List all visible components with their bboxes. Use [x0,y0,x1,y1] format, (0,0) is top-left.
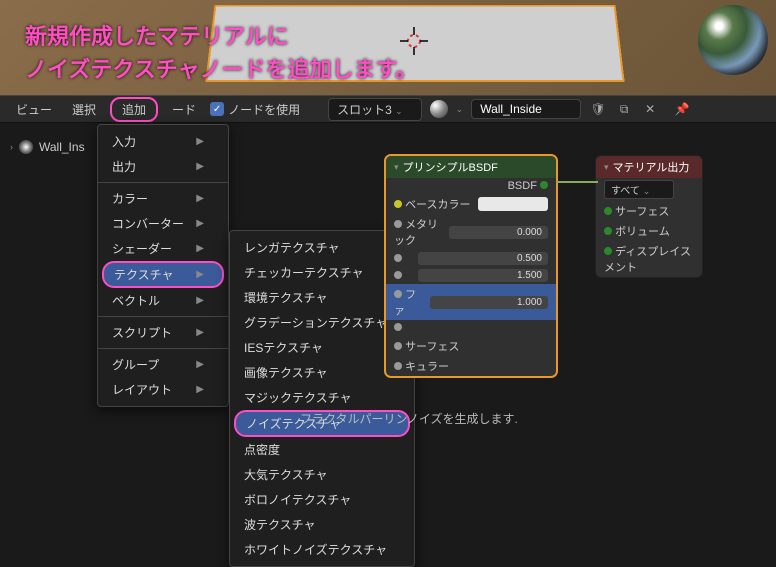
add-menu: 入力▶出力▶ カラー▶コンバーター▶シェーダー▶テクスチャ▶ベクトル▶ スクリプト▶… [97,124,229,407]
input-socket[interactable] [604,247,612,255]
node-input-row: サーフェス [596,201,702,221]
add-menu-item[interactable]: ベクトル▶ [98,288,228,313]
material-name-field[interactable]: Wall_Inside [471,99,581,119]
texture-menu-item[interactable]: 大気テクスチャ [230,462,414,487]
material-sphere-icon[interactable] [430,100,448,118]
chevron-right-icon: ▶ [196,384,204,395]
annotation-line2: ノイズテクスチャノードを追加します。 [25,53,417,86]
material-output-node[interactable]: ▾ マテリアル出力 すべて ⌄ サーフェス ボリューム ディスプレイスメント [595,155,703,278]
input-socket[interactable] [394,290,402,298]
breadcrumb: › Wall_Ins [10,140,85,154]
texture-menu-item[interactable]: ボロノイテクスチャ [230,487,414,512]
node-input-row: ベースカラー [386,194,556,214]
input-socket[interactable] [394,271,402,279]
input-socket[interactable] [394,342,402,350]
chevron-right-icon: ▶ [196,269,204,280]
node-input-row: 0.500 [386,250,556,267]
node-input-row [386,320,556,336]
pin-icon[interactable]: 📌 [673,100,691,118]
menu-node[interactable]: ード [166,99,202,120]
add-menu-item[interactable]: スクリプト▶ [98,320,228,345]
node-header[interactable]: ▾ プリンシプルBSDF [386,156,556,178]
color-swatch[interactable] [478,197,548,211]
texture-menu-item[interactable]: ホワイトノイズテクスチャ [230,537,414,562]
menu-view[interactable]: ビュー [10,99,58,120]
output-socket[interactable] [540,181,548,189]
chevron-right-icon: ▶ [196,295,204,306]
add-menu-item[interactable]: 出力▶ [98,154,228,179]
add-menu-item[interactable]: コンバーター▶ [98,211,228,236]
value-slider[interactable]: 1.500 [418,269,548,282]
shield-icon[interactable]: 🛡 [589,100,607,118]
input-socket[interactable] [394,200,402,208]
hdri-preview-sphere[interactable] [698,5,768,75]
node-input-row: キュラー [386,356,556,376]
input-socket[interactable] [604,207,612,215]
node-target-row: すべて ⌄ [596,178,702,201]
node-header[interactable]: ▾ マテリアル出力 [596,156,702,178]
chevron-right-icon: ▶ [196,359,204,370]
add-menu-item[interactable]: 入力▶ [98,129,228,154]
duplicate-icon[interactable]: ⧉ [615,100,633,118]
chevron-down-icon: ▾ [394,162,399,173]
chevron-down-icon[interactable]: ⌄ [456,104,464,115]
add-menu-item[interactable]: グループ▶ [98,352,228,377]
node-input-row: 1.500 [386,267,556,284]
node-input-row: メタリック0.000 [386,214,556,250]
use-nodes-checkbox[interactable]: ✓ ノードを使用 [210,101,300,118]
principled-bsdf-node[interactable]: ▾ プリンシプルBSDF BSDF ベースカラー メタリック0.000 0.50… [385,155,557,377]
texture-menu-item[interactable]: 点密度 [230,437,414,462]
texture-menu-item[interactable]: 波テクスチャ [230,512,414,537]
texture-menu-item[interactable]: マジックテクスチャ [230,385,414,410]
chevron-right-icon: ▶ [196,193,204,204]
value-slider[interactable]: 0.500 [418,252,548,265]
menu-tooltip: フラクタルパーリンノイズを生成します. [300,410,518,427]
value-slider[interactable]: 1.000 [430,296,548,309]
chevron-down-icon: ▾ [604,162,609,173]
chevron-right-icon: ▶ [196,136,204,147]
chevron-right-icon[interactable]: › [10,142,13,152]
chevron-right-icon: ▶ [196,218,204,229]
add-menu-item[interactable]: カラー▶ [98,186,228,211]
add-menu-item[interactable]: レイアウト▶ [98,377,228,402]
add-menu-item[interactable]: テクスチャ▶ [102,261,224,288]
input-socket[interactable] [394,362,402,370]
node-output-row: BSDF [386,178,556,194]
breadcrumb-item[interactable]: Wall_Ins [39,140,85,154]
add-menu-item[interactable]: シェーダー▶ [98,236,228,261]
chevron-down-icon: ⌄ [395,106,403,116]
use-nodes-label: ノードを使用 [228,101,300,118]
input-socket[interactable] [604,227,612,235]
chevron-right-icon: ▶ [196,327,204,338]
node-input-row: ディスプレイスメント [596,241,702,277]
input-socket[interactable] [394,254,402,262]
slot-selector[interactable]: スロット3 ⌄ [328,98,422,121]
target-select[interactable]: すべて ⌄ [604,180,674,199]
close-icon[interactable]: ✕ [641,100,659,118]
input-socket[interactable] [394,323,402,331]
node-input-row: ボリューム [596,221,702,241]
node-input-row: ファ1.000 [386,284,556,320]
menu-select[interactable]: 選択 [66,99,102,120]
world-icon [19,140,33,154]
chevron-right-icon: ▶ [196,243,204,254]
node-editor-toolbar: ビュー 選択 追加 ード ✓ ノードを使用 スロット3 ⌄ ⌄ Wall_Ins… [0,95,776,123]
node-input-row: サーフェス [386,336,556,356]
value-slider[interactable]: 0.000 [449,226,548,239]
node-connection [556,178,598,186]
annotation-line1: 新規作成したマテリアルに [25,20,417,53]
menu-add[interactable]: 追加 [110,97,158,122]
tutorial-annotation: 新規作成したマテリアルに ノイズテクスチャノードを追加します。 [25,20,417,86]
check-icon: ✓ [210,102,224,116]
input-socket[interactable] [394,220,402,228]
chevron-right-icon: ▶ [196,161,204,172]
